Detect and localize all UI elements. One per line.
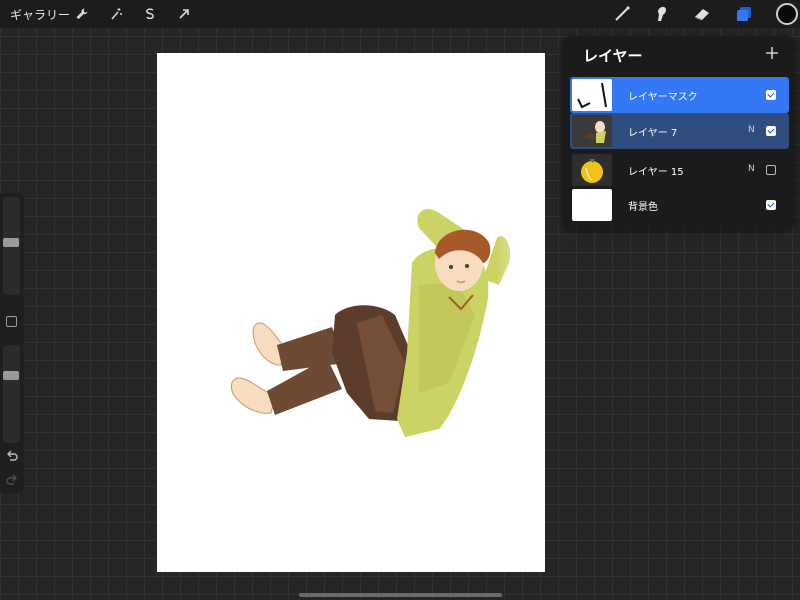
layer-name: レイヤー 7 (628, 128, 678, 139)
home-indicator[interactable] (299, 593, 502, 597)
layer-name: 背景色 (628, 202, 658, 213)
add-layer-icon[interactable] (763, 44, 781, 62)
layer-row-background[interactable]: 背景色 (570, 187, 789, 223)
layer-row-15[interactable]: レイヤー 15 N (570, 152, 789, 188)
brush-icon[interactable] (611, 3, 633, 25)
smudge-icon[interactable] (650, 3, 672, 25)
layer-visibility-checkbox[interactable] (766, 126, 776, 136)
modify-button[interactable] (6, 316, 17, 327)
layer-name: レイヤーマスク (628, 92, 698, 103)
layer-visibility-checkbox[interactable] (766, 200, 776, 210)
layer-row-7[interactable]: レイヤー 7 N (570, 113, 789, 149)
gallery-button[interactable]: ギャラリー (10, 6, 70, 23)
canvas-illustration (230, 203, 545, 463)
layers-panel-title: レイヤー (583, 47, 643, 65)
selection-icon[interactable] (139, 3, 161, 25)
wrench-icon[interactable] (71, 3, 93, 25)
opacity-thumb[interactable] (3, 371, 19, 380)
drawing-canvas[interactable] (157, 53, 545, 572)
layer-thumbnail (572, 189, 612, 221)
redo-icon[interactable] (5, 473, 19, 487)
blend-mode-label[interactable]: N (748, 125, 755, 135)
layer-thumbnail (572, 79, 612, 111)
undo-icon[interactable] (5, 449, 19, 463)
layers-panel: レイヤー レイヤーマスク レイヤー 7 N レイヤー 15 N 背景色 (563, 36, 795, 228)
transform-arrow-icon[interactable] (173, 3, 195, 25)
layers-icon[interactable] (733, 3, 755, 25)
blend-mode-label[interactable]: N (748, 164, 755, 174)
layer-name: レイヤー 15 (628, 167, 684, 178)
opacity-slider[interactable] (3, 345, 20, 443)
eraser-icon[interactable] (691, 3, 713, 25)
magic-wand-icon[interactable] (105, 3, 127, 25)
layer-visibility-checkbox[interactable] (766, 90, 776, 100)
layer-thumbnail (572, 154, 612, 186)
brush-size-thumb[interactable] (3, 238, 19, 247)
layer-row-mask[interactable]: レイヤーマスク (570, 77, 789, 113)
current-color-swatch[interactable] (776, 3, 798, 25)
left-sidebar (0, 193, 24, 493)
layer-thumbnail (572, 115, 612, 147)
layer-visibility-checkbox[interactable] (766, 165, 776, 175)
top-toolbar: ギャラリー (0, 0, 800, 28)
